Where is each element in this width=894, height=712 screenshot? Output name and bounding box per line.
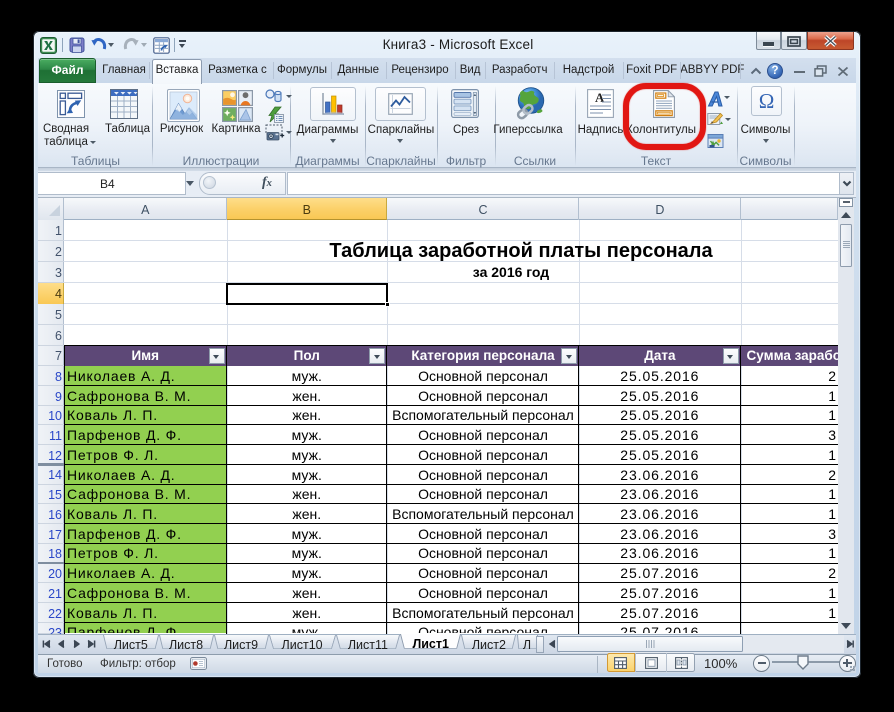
svg-text:A: A bbox=[595, 90, 605, 105]
